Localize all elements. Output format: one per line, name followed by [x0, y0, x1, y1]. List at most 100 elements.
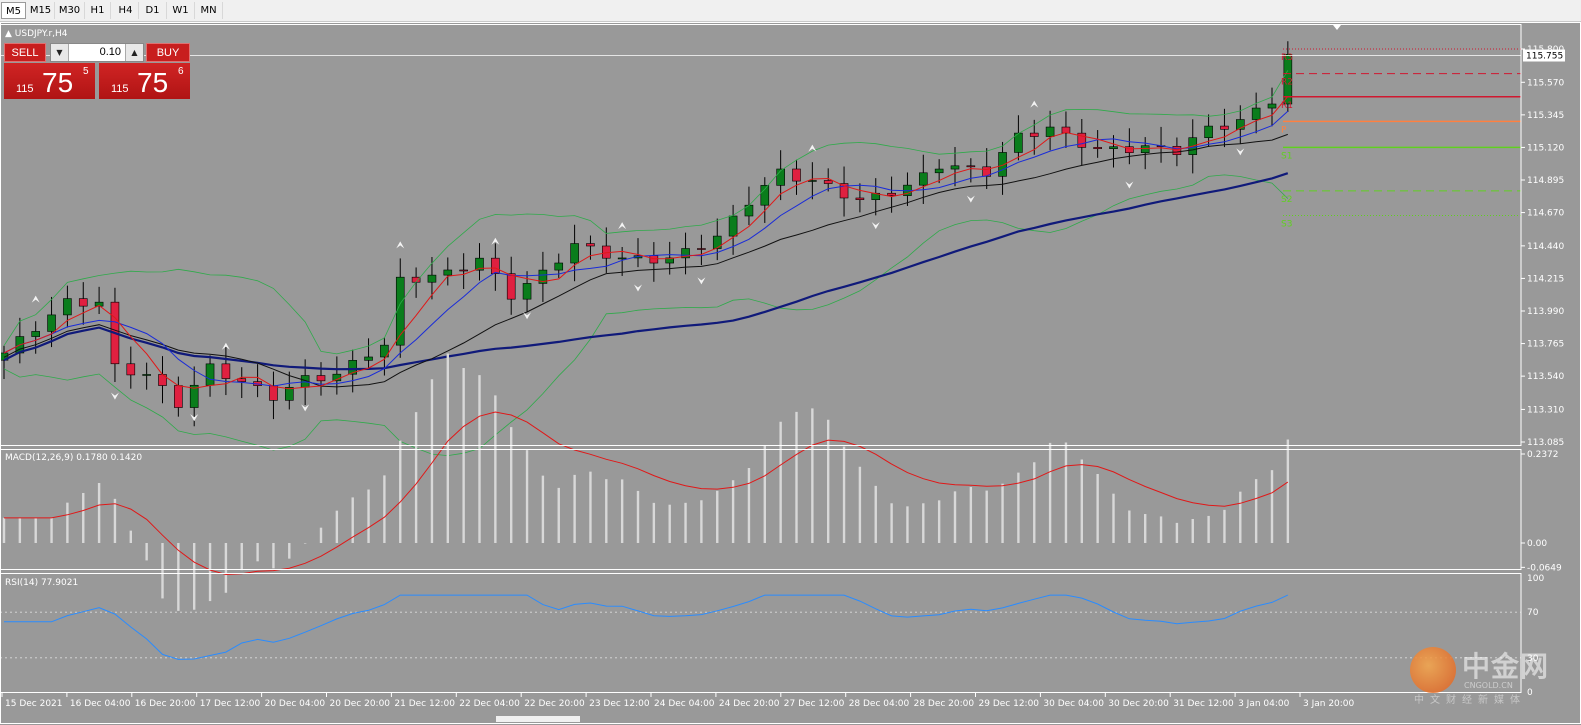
- pivot-label-r1: R1: [1281, 101, 1293, 111]
- time-tick-label: 27 Dec 12:00: [784, 699, 845, 709]
- price-tick-label: 113.990: [1527, 307, 1564, 317]
- time-tick-label: 30 Dec 20:00: [1108, 699, 1169, 709]
- bull-candle: [1109, 146, 1118, 149]
- lot-size-stepper[interactable]: ▼ 0.10 ▲: [50, 43, 144, 62]
- watermark-brand: 中金网: [1462, 650, 1550, 683]
- tf-w1[interactable]: W1: [167, 2, 195, 19]
- macd-tick-label: -0.0649: [1527, 563, 1562, 573]
- pivot-label-pp: P: [1281, 125, 1287, 135]
- bull-candle: [142, 374, 151, 376]
- bear-candle: [586, 243, 595, 247]
- bull-candle: [934, 168, 944, 174]
- bear-candle: [1093, 147, 1102, 149]
- time-tick-label: 28 Dec 20:00: [914, 699, 975, 709]
- time-tick-label: 24 Dec 20:00: [719, 699, 780, 709]
- bear-candle: [1029, 132, 1039, 137]
- buy-price-pip: 6: [178, 66, 184, 77]
- bear-candle: [269, 385, 278, 401]
- bull-candle: [950, 165, 960, 170]
- price-tick-label: 114.895: [1527, 176, 1564, 186]
- pivot-label-s2: S2: [1281, 195, 1292, 205]
- price-tick-label: 113.310: [1527, 405, 1564, 415]
- bull-candle: [522, 283, 532, 300]
- time-tick-label: 20 Dec 04:00: [265, 699, 326, 709]
- bull-candle: [728, 215, 738, 237]
- sell-button[interactable]: SELL: [4, 43, 46, 62]
- horizontal-scrollbar: [496, 716, 580, 722]
- price-tick-label: 115.345: [1527, 111, 1564, 121]
- price-tick-label: 115.800: [1527, 45, 1564, 55]
- pivot-label-s3: S3: [1281, 219, 1292, 229]
- bear-candle: [221, 363, 231, 379]
- macd-tick-label: 0.00: [1527, 539, 1547, 549]
- lot-decrease-icon[interactable]: ▼: [51, 44, 69, 61]
- time-tick-label: 22 Dec 04:00: [459, 699, 520, 709]
- time-tick-label: 16 Dec 20:00: [135, 699, 196, 709]
- tf-m15[interactable]: M15: [27, 2, 55, 19]
- price-tick-label: 114.215: [1527, 274, 1564, 284]
- rsi-tick-label: 70: [1527, 608, 1539, 618]
- buy-price-box[interactable]: 115 75 6: [99, 63, 190, 99]
- time-tick-label: 15 Dec 2021: [5, 699, 63, 709]
- bull-candle: [443, 269, 453, 276]
- time-tick-label: 3 Jan 20:00: [1303, 699, 1355, 709]
- price-tick-label: 113.540: [1527, 372, 1564, 382]
- bear-candle: [78, 298, 88, 307]
- bear-candle: [174, 385, 183, 408]
- time-tick-label: 30 Dec 04:00: [1043, 699, 1104, 709]
- watermark-sub: 中文财经新媒体: [1414, 695, 1526, 706]
- tf-m30[interactable]: M30: [55, 2, 85, 19]
- bull-candle: [47, 314, 56, 332]
- bull-candle: [918, 172, 928, 186]
- one-click-trading-panel: SELL ▼ 0.10 ▲ BUY 115 75 5 115 75 6: [4, 43, 190, 99]
- bull-candle: [1045, 126, 1055, 137]
- bull-candle: [712, 235, 722, 249]
- price-tick-label: 115.570: [1527, 78, 1564, 88]
- bull-candle: [1140, 145, 1150, 154]
- bear-candle: [459, 269, 468, 272]
- bull-candle: [364, 356, 373, 361]
- timeframe-toolbar: M5 M15 M30 H1 H4 D1 W1 MN: [0, 0, 1581, 22]
- time-tick-label: 16 Dec 04:00: [70, 699, 131, 709]
- bear-candle: [126, 363, 136, 376]
- rsi-tick-label: 100: [1527, 574, 1544, 584]
- buy-price-main: 75: [137, 67, 169, 98]
- time-tick-label: 21 Dec 12:00: [394, 699, 455, 709]
- bull-candle: [554, 262, 564, 271]
- bear-candle: [855, 197, 865, 200]
- time-tick-label: 29 Dec 12:00: [979, 699, 1040, 709]
- bear-candle: [823, 180, 833, 184]
- price-tick-label: 114.440: [1527, 242, 1564, 252]
- sell-price-pip: 5: [83, 66, 89, 77]
- sell-price-box[interactable]: 115 75 5: [4, 63, 95, 99]
- sell-price-prefix: 115: [16, 83, 34, 95]
- lot-increase-icon[interactable]: ▲: [125, 44, 143, 61]
- bear-candle: [506, 273, 516, 300]
- watermark-logo-icon: [1410, 647, 1456, 693]
- price-tick-label: 114.670: [1527, 209, 1564, 219]
- time-tick-label: 20 Dec 20:00: [330, 699, 391, 709]
- tf-mn[interactable]: MN: [195, 2, 223, 19]
- tf-m5[interactable]: M5: [1, 2, 26, 19]
- bear-candle: [697, 248, 706, 250]
- bear-candle: [649, 255, 659, 264]
- lot-value[interactable]: 0.10: [71, 44, 123, 61]
- bull-candle: [427, 274, 437, 283]
- tf-h4[interactable]: H4: [113, 2, 139, 19]
- bear-candle: [237, 378, 247, 382]
- price-chart[interactable]: R3R2R1PS1S2S3115.755 115.800115.570115.3…: [0, 22, 1581, 725]
- buy-button[interactable]: BUY: [146, 43, 190, 62]
- symbol-label: ▲ USDJPY.r,H4: [5, 29, 68, 39]
- buy-price-prefix: 115: [111, 83, 129, 95]
- bear-candle: [1172, 145, 1182, 155]
- bull-candle: [1251, 107, 1261, 120]
- tf-h1[interactable]: H1: [85, 2, 111, 19]
- bull-candle: [205, 363, 215, 386]
- bull-candle: [284, 386, 294, 401]
- time-tick-label: 24 Dec 04:00: [654, 699, 715, 709]
- time-tick-label: 3 Jan 04:00: [1238, 699, 1290, 709]
- bear-candle: [316, 375, 326, 382]
- tf-d1[interactable]: D1: [139, 2, 167, 19]
- time-tick-label: 17 Dec 12:00: [200, 699, 261, 709]
- bull-candle: [776, 168, 785, 186]
